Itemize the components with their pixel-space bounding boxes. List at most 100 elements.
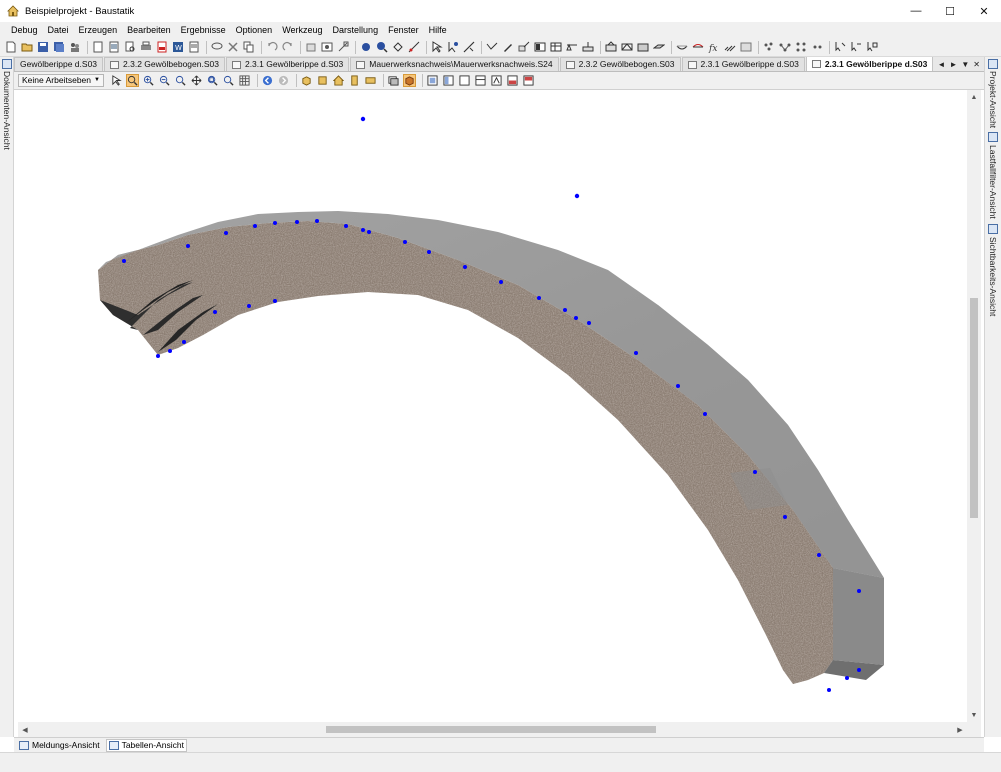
cursor-area-icon[interactable]	[865, 41, 878, 54]
node-point[interactable]	[574, 193, 580, 199]
view-options-icon[interactable]	[320, 41, 333, 54]
open-folder-icon[interactable]	[20, 41, 33, 54]
panel-icon[interactable]	[533, 41, 546, 54]
zoom-all-icon[interactable]	[206, 74, 219, 87]
pan-icon[interactable]	[190, 74, 203, 87]
menu-datei[interactable]: Datei	[43, 22, 74, 38]
node-point[interactable]	[156, 354, 160, 358]
frame-view-5-icon[interactable]	[490, 74, 503, 87]
menu-darstellung[interactable]: Darstellung	[328, 22, 384, 38]
dimension-icon[interactable]	[336, 41, 349, 54]
pencil-icon[interactable]	[501, 41, 514, 54]
node-point[interactable]	[499, 280, 503, 284]
document-export-icon[interactable]	[187, 41, 200, 54]
delete-icon[interactable]	[226, 41, 239, 54]
horizontal-scrollbar[interactable]: ◀ ▶	[18, 722, 967, 737]
menu-debug[interactable]: Debug	[6, 22, 43, 38]
node-point[interactable]	[403, 240, 407, 244]
doc-tab[interactable]: 2.3.2 Gewölbebogen.S03	[104, 57, 225, 71]
truss-icon[interactable]	[620, 41, 633, 54]
nodes-dots-icon[interactable]	[762, 41, 775, 54]
sphere-search-icon[interactable]	[375, 41, 388, 54]
node-point[interactable]	[634, 351, 638, 355]
select-arrow-icon[interactable]	[430, 41, 443, 54]
line-select-icon[interactable]	[462, 41, 475, 54]
frame-view-7-icon[interactable]	[522, 74, 535, 87]
redo-icon[interactable]	[281, 41, 294, 54]
scroll-left-icon[interactable]: ◀	[18, 722, 32, 737]
support-icon[interactable]	[565, 41, 578, 54]
doc-tab[interactable]: 2.3.2 Gewölbebogen.S03	[559, 57, 681, 71]
frame-view-3-icon[interactable]	[458, 74, 471, 87]
save-all-icon[interactable]	[52, 41, 65, 54]
node-point[interactable]	[574, 316, 578, 320]
node-point[interactable]	[315, 219, 319, 223]
node-point[interactable]	[361, 228, 365, 232]
tables-view-tab[interactable]: Tabellen-Ansicht	[105, 738, 187, 752]
wall-icon[interactable]	[636, 41, 649, 54]
node-point[interactable]	[224, 231, 228, 235]
table-icon[interactable]	[549, 41, 562, 54]
frame-view-6-icon[interactable]	[506, 74, 519, 87]
doc-tab[interactable]: 2.3.1 Gewölberippe d.S03	[681, 57, 805, 71]
documents-view-tab[interactable]: Dokumenten-Ansicht	[2, 71, 12, 150]
node-point[interactable]	[427, 250, 431, 254]
grid-icon[interactable]	[238, 74, 251, 87]
node-point[interactable]	[182, 340, 186, 344]
save-icon[interactable]	[36, 41, 49, 54]
rotate-icon[interactable]	[391, 41, 404, 54]
doc-tab-active[interactable]: 2.3.1 Gewölberippe d.S03	[805, 57, 934, 71]
cursor-line-icon[interactable]	[849, 41, 862, 54]
frame-view-2-icon[interactable]	[442, 74, 455, 87]
node-point[interactable]	[213, 310, 217, 314]
menu-erzeugen[interactable]: Erzeugen	[74, 22, 123, 38]
node-point[interactable]	[537, 296, 541, 300]
zoom-icon[interactable]	[174, 74, 187, 87]
node-point[interactable]	[857, 668, 861, 672]
people-icon[interactable]	[68, 41, 81, 54]
node-point[interactable]	[463, 265, 467, 269]
model-viewport[interactable]	[18, 90, 967, 722]
doc-tab[interactable]: Mauerwerksnachweis\Mauerwerksnachweis.S2…	[350, 57, 559, 71]
node-point[interactable]	[817, 553, 821, 557]
shaded-mode-icon[interactable]	[402, 74, 416, 87]
pdf-icon[interactable]	[155, 41, 168, 54]
frame-view-1-icon[interactable]	[426, 74, 439, 87]
node-point[interactable]	[186, 244, 190, 248]
image-icon[interactable]	[739, 41, 752, 54]
doc-tab[interactable]: 2.3.1 Gewölberippe d.S03	[225, 57, 350, 71]
page-preview-icon[interactable]	[107, 41, 120, 54]
nodes-connect-icon[interactable]	[778, 41, 791, 54]
tab-close-icon[interactable]: ✕	[973, 60, 980, 69]
menu-bearbeiten[interactable]: Bearbeiten	[122, 22, 176, 38]
frame-icon[interactable]	[604, 41, 617, 54]
node-point[interactable]	[273, 221, 277, 225]
scroll-down-icon[interactable]: ▼	[967, 708, 981, 722]
view-3d-icon[interactable]	[300, 74, 313, 87]
zoom-in-icon[interactable]	[142, 74, 155, 87]
nodes-extra-icon[interactable]	[810, 41, 823, 54]
node-point[interactable]	[253, 224, 257, 228]
undo-icon[interactable]	[265, 41, 278, 54]
formula-icon[interactable]: fx	[707, 41, 720, 54]
view-top-icon[interactable]	[364, 74, 377, 87]
node-point[interactable]	[247, 304, 251, 308]
vertical-scrollbar[interactable]: ▲ ▼	[967, 90, 981, 722]
project-view-tab[interactable]: Projekt-Ansicht	[988, 71, 998, 128]
vertical-scroll-thumb[interactable]	[970, 298, 978, 518]
layers-icon[interactable]	[304, 41, 317, 54]
node-point[interactable]	[295, 220, 299, 224]
node-point[interactable]	[827, 688, 831, 692]
tab-scroll-right-icon[interactable]: ►	[949, 60, 957, 69]
node-point[interactable]	[168, 349, 172, 353]
close-icon[interactable]: ✕	[967, 0, 1001, 22]
scroll-right-icon[interactable]: ▶	[953, 722, 967, 737]
render-mode-icon[interactable]	[387, 74, 400, 87]
menu-ergebnisse[interactable]: Ergebnisse	[176, 22, 231, 38]
node-point[interactable]	[587, 321, 591, 325]
view-house-icon[interactable]	[332, 74, 345, 87]
sphere-icon[interactable]	[359, 41, 372, 54]
minimize-icon[interactable]: —	[899, 0, 933, 22]
tab-scroll-left-icon[interactable]: ◄	[938, 60, 946, 69]
node-point[interactable]	[360, 116, 366, 122]
